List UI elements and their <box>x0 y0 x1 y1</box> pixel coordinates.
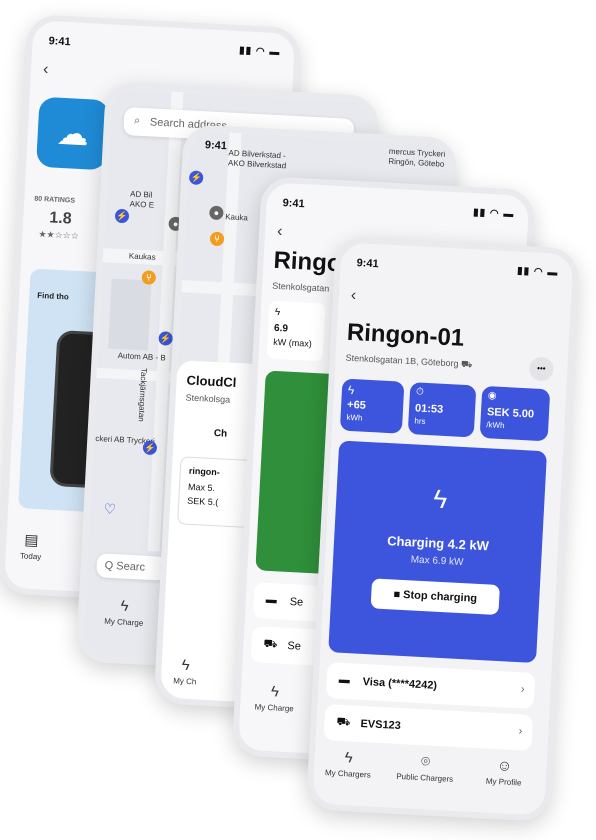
signal-wifi-battery-icon: ▮▮ ◠ ▬ <box>472 207 515 221</box>
map-label-tackjarnsgatan: Tackjärnsgatan <box>136 367 149 422</box>
time-stat-card: ⏱ 01:53 hrs <box>407 382 477 438</box>
power-value: 6.9 <box>273 322 289 335</box>
charger-address: Stenkolsgatan 1B, Göteborg ⛟ <box>345 352 473 370</box>
charger-item-price: SEK 5.( <box>187 495 219 508</box>
map-label-autom: Autom AB - B <box>117 350 166 363</box>
payment-method-row[interactable]: ▬ Visa (****4242) › <box>325 662 536 709</box>
car-icon: ⛟ <box>336 715 351 729</box>
restaurant-pin-icon[interactable]: ⑂ <box>141 270 157 285</box>
vehicle-label: EVS123 <box>360 717 402 733</box>
price-unit: /kWh <box>486 420 505 431</box>
map-label-kauka: Kauka <box>224 212 249 223</box>
location-pin-icon[interactable]: ● <box>209 205 224 221</box>
price-value: SEK 5.00 <box>486 406 535 421</box>
charger-location-icon: ⌾ <box>420 753 431 771</box>
map-label-kaukas: Kaukas <box>128 251 156 262</box>
tab-my-profile[interactable]: ☺ My Profile <box>473 756 534 788</box>
bolt-icon: ϟ <box>274 306 281 319</box>
status-time: 9:41 <box>48 35 71 49</box>
energy-unit: kWh <box>346 412 363 423</box>
bolt-icon: ϟ <box>344 749 354 767</box>
more-button[interactable]: ••• <box>528 356 554 382</box>
tab-my-chargers[interactable]: ϟ My Chargers <box>318 748 379 780</box>
sheet-tab[interactable]: Ch <box>214 428 228 440</box>
tab-today[interactable]: ▤ Today <box>15 530 47 562</box>
bolt-outline-icon: ϟ <box>120 597 129 615</box>
bolt-icon: ϟ <box>347 382 355 398</box>
charging-status-card: ϟ Charging 4.2 kW Max 6.9 kW ■ Stop char… <box>328 440 548 664</box>
energy-value: +65 <box>346 398 367 412</box>
charger-pin-icon[interactable]: ⚡ <box>158 331 174 346</box>
stop-icon: ■ <box>393 588 401 601</box>
signal-wifi-battery-icon: ▮▮ ◠ ▬ <box>238 45 281 59</box>
price-stat-card: ◉ SEK 5.00 /kWh <box>479 385 551 442</box>
charger-item-name: ringon- <box>188 465 221 478</box>
signal-wifi-battery-icon: ▮▮ ◠ ▬ <box>516 265 559 279</box>
vehicle-row[interactable]: ⛟ EVS123 › <box>323 704 534 751</box>
favorite-heart-icon[interactable]: ♡ <box>103 500 116 518</box>
cloud-bolt-icon: ☁ <box>55 114 90 153</box>
chevron-right-icon: › <box>520 683 525 696</box>
detail-phone: 9:41 ▮▮ ◠ ▬ ‹ Ringon-01 Stenkolsgatan 1B… <box>305 236 580 822</box>
charger-item-max: Max 5. <box>187 481 216 494</box>
today-icon: ▤ <box>23 531 39 550</box>
rating-value: 1.8 <box>48 209 73 228</box>
status-bar: 9:41 ▮▮ ◠ ▬ <box>32 20 295 68</box>
promo-text: Find tho <box>37 290 70 302</box>
bottom-search-input[interactable]: Q Searc <box>96 553 168 581</box>
bolt-icon: ϟ <box>181 656 191 675</box>
back-icon[interactable]: ‹ <box>277 223 283 241</box>
car-icon: ⛟ <box>460 358 473 370</box>
charger-address: Stenkolsgatan <box>272 280 330 294</box>
back-icon[interactable]: ‹ <box>350 287 356 305</box>
coins-icon: ◉ <box>487 390 497 402</box>
charger-pin-icon[interactable]: ⚡ <box>188 170 204 186</box>
sheet-address: Stenkolsga <box>185 392 231 405</box>
chevron-right-icon: › <box>518 725 523 738</box>
tab-my-chargers[interactable]: ϟ My Charge <box>244 682 305 714</box>
tab-public-chargers[interactable]: ⌾ Public Chargers <box>390 752 461 785</box>
charger-pin-icon[interactable]: ⚡ <box>142 440 158 456</box>
back-icon[interactable]: ‹ <box>43 61 49 79</box>
bolt-large-icon: ϟ <box>432 483 449 515</box>
stop-charging-button[interactable]: ■ Stop charging <box>370 578 500 616</box>
sheet-title: CloudCl <box>186 372 237 391</box>
energy-stat-card: ϟ +65 kWh <box>339 378 405 434</box>
status-time: 9:41 <box>356 257 379 271</box>
card-icon: ▬ <box>265 593 278 607</box>
charger-title: Ringon-01 <box>346 318 465 352</box>
search-icon: ⌕ <box>133 114 141 127</box>
car-icon: ⛟ <box>263 637 278 651</box>
status-bar: 9:41 ▮▮ ◠ ▬ <box>266 182 529 230</box>
map-label-ringon: Ringön, Götebo <box>388 156 445 169</box>
status-bar: 9:41 ▮▮ ◠ ▬ <box>340 242 573 288</box>
map-label-ad-bil: AD Bil <box>129 189 153 200</box>
charger-pin-icon[interactable]: ⚡ <box>114 208 130 224</box>
time-value: 01:53 <box>414 402 444 416</box>
bolt-icon: ϟ <box>270 683 280 701</box>
app-icon: ☁ <box>36 96 110 171</box>
timer-icon: ⏱ <box>415 386 425 398</box>
status-time: 9:41 <box>282 197 305 211</box>
status-time: 9:41 <box>204 139 228 153</box>
power-unit: kW (max) <box>273 336 313 349</box>
time-unit: hrs <box>414 416 426 426</box>
tab-my-chargers[interactable]: ϟ My Charge <box>94 596 155 628</box>
rating-stars: ★★☆☆☆ <box>38 228 80 241</box>
tab-my-chargers[interactable]: ϟ My Ch <box>165 656 206 687</box>
profile-icon: ☺ <box>496 757 513 775</box>
restaurant-pin-icon[interactable]: ⑂ <box>209 231 225 247</box>
payment-label: Visa (****4242) <box>362 676 438 692</box>
stage: 9:41 ▮▮ ◠ ▬ ‹ ☁ 80 RATINGS 1.8 ★★☆☆☆ Fin… <box>0 0 596 840</box>
credit-card-icon: ▬ <box>338 673 351 687</box>
power-card: ϟ 6.9 kW (max) <box>266 300 326 362</box>
map-label-ako: AKO E <box>129 199 155 210</box>
